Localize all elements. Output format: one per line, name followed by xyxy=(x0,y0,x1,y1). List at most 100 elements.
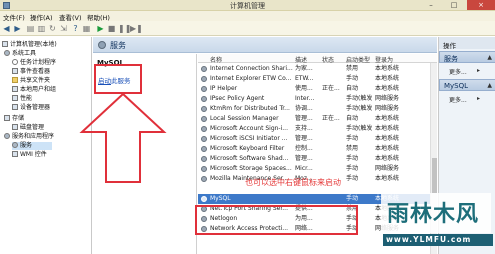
restart-icon[interactable]: ▶❚ xyxy=(130,24,143,33)
cell-startup: 手动 xyxy=(346,75,359,82)
cell-startup: 手动 xyxy=(346,135,359,142)
tree-item-local-users[interactable]: 本地用户和组 xyxy=(12,86,56,94)
collapse-arrow-icon[interactable]: ▲ xyxy=(487,82,492,89)
tree-item-computer-management[interactable]: 计算机管理(本地) xyxy=(2,41,57,49)
table-row[interactable]: Microsoft Account Sign-i... 支持... 手动(触发...… xyxy=(198,124,430,134)
actions-section-services[interactable]: 服务 ▲ xyxy=(439,51,495,63)
cell-desc: 协调... xyxy=(295,105,313,112)
cell-logon: 网络服务 xyxy=(375,105,400,112)
service-gear-icon xyxy=(201,116,207,122)
scrollbar-thumb[interactable] xyxy=(432,158,437,193)
tree-item-storage[interactable]: 存储 xyxy=(4,115,24,123)
start-icon[interactable]: ▶ xyxy=(96,24,105,33)
table-row[interactable]: Local Session Manager 管理... 正在... 自动 本地系统 xyxy=(198,114,430,124)
cell-desc: 支持... xyxy=(295,125,313,132)
start-service-link[interactable]: 启动此服务 xyxy=(98,75,131,85)
table-row[interactable]: IPsec Policy Agent Inter... 手动(触发...网络服务 xyxy=(198,94,430,104)
table-row[interactable]: KtmRm for Distributed Tr... 协调... 手动(触发...… xyxy=(198,104,430,114)
cell-desc: 管理... xyxy=(295,135,313,142)
computer-icon xyxy=(2,41,8,47)
service-gear-icon xyxy=(201,106,207,112)
actions-section-mysql[interactable]: MySQL ▲ xyxy=(439,79,495,91)
service-gear-icon xyxy=(201,136,207,142)
refresh-icon[interactable]: ↻ xyxy=(48,24,57,33)
back-arrow-icon[interactable]: ◀ xyxy=(2,24,11,33)
column-header-log-on-as[interactable]: 登录为 xyxy=(375,55,393,64)
column-header-startup-type[interactable]: 启动类型 xyxy=(346,55,370,64)
device-manager-icon xyxy=(12,104,18,110)
cell-desc: ETW... xyxy=(295,75,314,82)
cell-desc: 管理... xyxy=(295,155,313,162)
service-gear-icon xyxy=(201,226,207,232)
minimize-button[interactable]: – xyxy=(420,0,442,10)
properties-icon[interactable]: ▦ xyxy=(82,24,91,33)
cell-desc: 使用... xyxy=(295,85,313,92)
tree-item-services[interactable]: 服务 xyxy=(12,142,52,150)
watermark-url: www.YLMFU.com xyxy=(383,234,493,246)
table-row[interactable]: Microsoft Software Shad... 管理... 手动 本地系统 xyxy=(198,154,430,164)
help-icon[interactable]: ? xyxy=(71,24,80,33)
users-icon xyxy=(12,86,18,92)
table-row[interactable]: IP Helper 使用... 正在... 自动 本地系统 xyxy=(198,84,430,94)
cell-logon: 本地系统 xyxy=(375,85,400,92)
performance-icon xyxy=(12,95,18,101)
submenu-arrow-icon: ▸ xyxy=(477,67,481,74)
cell-desc: 控制... xyxy=(295,145,313,152)
cell-desc: 为用... xyxy=(295,215,313,222)
tree-item-system-tools[interactable]: 系统工具 xyxy=(4,50,36,58)
maximize-button[interactable]: □ xyxy=(443,0,465,10)
actions-more-mysql[interactable]: 更多... ▸ xyxy=(449,95,480,104)
service-gear-icon xyxy=(201,156,207,162)
services-title: 服务 xyxy=(110,41,126,50)
cell-name: Net.Tcp Port Sharing Ser... xyxy=(210,205,288,212)
cell-name: Microsoft Storage Spaces... xyxy=(210,165,292,172)
title-bar: 计算机管理 – □ × xyxy=(0,0,495,11)
tools-icon xyxy=(4,50,10,56)
column-header-name[interactable]: 名称 xyxy=(210,55,222,64)
column-header-description[interactable]: 描述 xyxy=(295,55,307,64)
annotation-up-arrow xyxy=(79,92,167,183)
service-gear-icon xyxy=(201,196,207,202)
cell-logon: 本地系统 xyxy=(375,125,400,132)
table-row[interactable]: Internet Connection Shari... 为家... 禁用 本地系统 xyxy=(198,64,430,74)
close-button[interactable]: × xyxy=(467,0,495,10)
table-row[interactable]: Internet Explorer ETW Co... ETW... 手动 本地系统 xyxy=(198,74,430,84)
up-folder-icon[interactable]: ▤ xyxy=(26,24,35,33)
cell-startup: 手动(触发... xyxy=(346,125,372,132)
shared-folder-icon xyxy=(12,77,18,83)
watermark-logo: 雨林木风 xyxy=(381,193,491,233)
forward-arrow-icon[interactable]: ▶ xyxy=(13,24,22,33)
pause-icon[interactable]: ❚❚ xyxy=(118,24,131,33)
cell-name: IP Helper xyxy=(210,85,238,92)
cell-name: KtmRm for Distributed Tr... xyxy=(210,105,290,112)
cell-desc: 管理... xyxy=(295,115,313,122)
service-gear-icon xyxy=(201,66,207,72)
tree-item-event-viewer[interactable]: 事件查看器 xyxy=(12,68,50,76)
column-header-status[interactable]: 状态 xyxy=(322,55,334,64)
cell-startup: 手动 xyxy=(346,165,359,172)
cell-name: Local Session Manager xyxy=(210,115,279,122)
tree-item-device-manager[interactable]: 设备管理器 xyxy=(12,104,50,112)
tree-item-task-scheduler[interactable]: 任务计划程序 xyxy=(12,59,56,67)
stop-icon[interactable]: ■ xyxy=(107,24,116,33)
cell-desc: 网络... xyxy=(295,225,313,232)
cell-logon: 本地系统 xyxy=(375,145,400,152)
collapse-arrow-icon[interactable]: ▲ xyxy=(487,54,492,61)
service-gear-icon xyxy=(201,146,207,152)
cell-logon: 网络服务 xyxy=(375,165,400,172)
service-gear-icon xyxy=(201,96,207,102)
actions-header: 操作 xyxy=(439,37,495,50)
actions-more-services[interactable]: 更多... ▸ xyxy=(449,67,480,76)
table-row[interactable]: Microsoft iSCSI Initiator ... 管理... 手动 本地系统 xyxy=(198,134,430,144)
services-apps-icon xyxy=(4,133,10,139)
table-row[interactable]: Microsoft Storage Spaces... Micr... 手动 网络服务 xyxy=(198,164,430,174)
cell-startup: 手动 xyxy=(346,155,359,162)
export-icon[interactable]: ⇲ xyxy=(59,24,68,33)
tree-item-services-apps[interactable]: 服务和应用程序 xyxy=(4,133,54,141)
tree-item-performance[interactable]: 性能 xyxy=(12,95,32,103)
show-hide-tree-icon[interactable]: ▥ xyxy=(37,24,46,33)
tree-item-wmi-control[interactable]: WMI 控件 xyxy=(12,151,47,159)
tree-item-shared-folders[interactable]: 共享文件夹 xyxy=(12,77,50,85)
table-row[interactable]: Microsoft Keyboard Filter 控制... 禁用 本地系统 xyxy=(198,144,430,154)
tree-item-disk-management[interactable]: 磁盘管理 xyxy=(12,124,44,132)
